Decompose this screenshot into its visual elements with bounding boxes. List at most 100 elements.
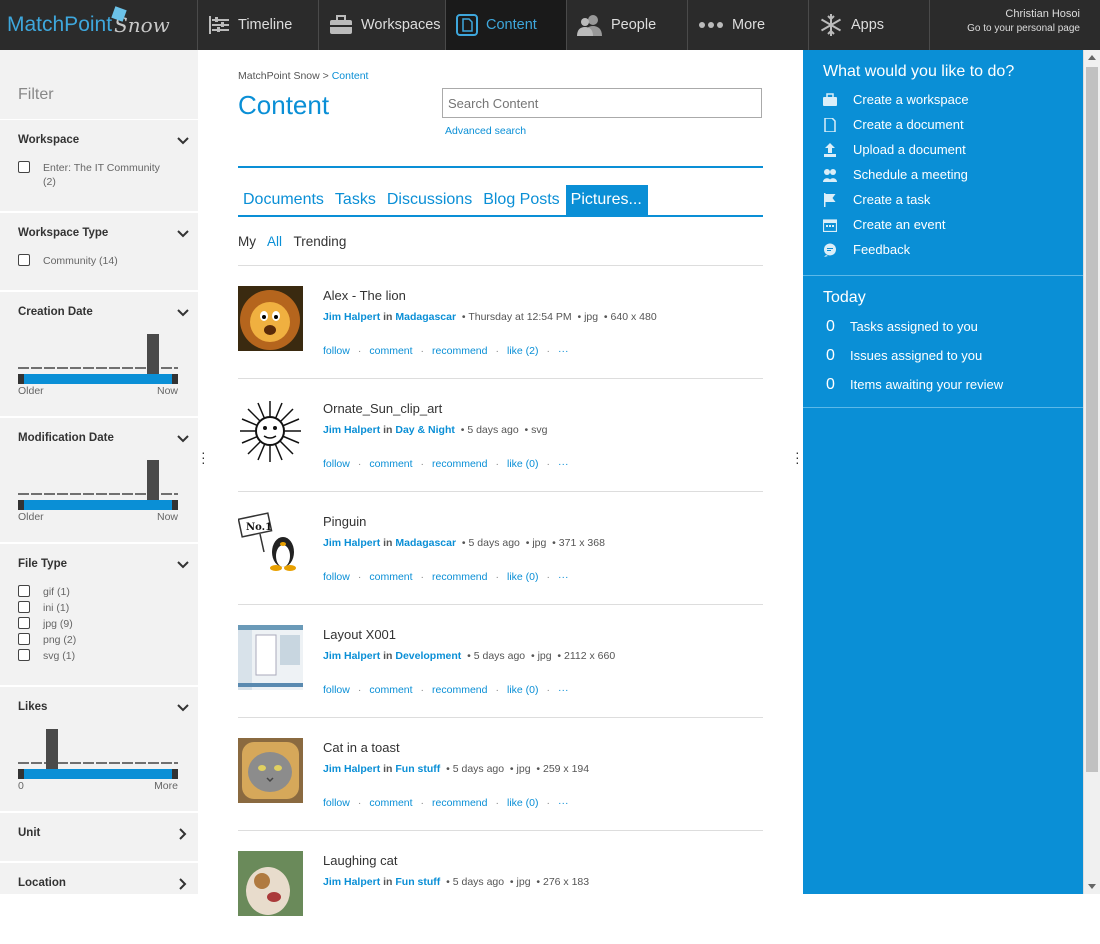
tab-pictures[interactable]: Pictures... bbox=[565, 185, 648, 215]
item-title[interactable]: Ornate_Sun_clip_art bbox=[323, 401, 442, 416]
checkbox[interactable] bbox=[18, 161, 30, 173]
scope-trending[interactable]: Trending bbox=[294, 234, 347, 249]
penguin-thumbnail[interactable]: No.1 bbox=[238, 512, 303, 577]
chevron-right-icon[interactable] bbox=[176, 877, 190, 891]
item-workspace[interactable]: Fun stuff bbox=[395, 876, 440, 888]
filter-heading[interactable]: Likes bbox=[18, 701, 190, 723]
comment-link[interactable]: comment bbox=[369, 345, 412, 357]
item-workspace[interactable]: Fun stuff bbox=[395, 763, 440, 775]
tab-tasks[interactable]: Tasks bbox=[330, 185, 382, 215]
more-actions-link[interactable]: ··· bbox=[558, 684, 569, 696]
comment-link[interactable]: comment bbox=[369, 458, 412, 470]
filter-heading[interactable]: Location bbox=[18, 877, 190, 894]
item-author[interactable]: Jim Halpert bbox=[323, 424, 380, 436]
filter-location[interactable]: Location bbox=[0, 863, 198, 894]
today-issues-row[interactable]: 0 Issues assigned to you bbox=[803, 341, 1083, 370]
feedback-action[interactable]: Feedback bbox=[803, 237, 1083, 262]
scope-my[interactable]: My bbox=[238, 234, 256, 249]
checkbox-option-jpg[interactable]: jpg (9) bbox=[18, 617, 190, 631]
search-input[interactable] bbox=[442, 88, 762, 118]
follow-link[interactable]: follow bbox=[323, 345, 350, 357]
breadcrumb-current[interactable]: Content bbox=[332, 70, 369, 82]
item-author[interactable]: Jim Halpert bbox=[323, 876, 380, 888]
app-logo[interactable]: MatchPoint Snow bbox=[0, 0, 198, 50]
checkbox[interactable] bbox=[18, 633, 30, 645]
comment-link[interactable]: comment bbox=[369, 571, 412, 583]
scroll-down-arrow-icon[interactable] bbox=[1088, 884, 1096, 889]
item-title[interactable]: Laughing cat bbox=[323, 853, 397, 868]
today-review-row[interactable]: 0 Items awaiting your review bbox=[803, 370, 1083, 399]
item-author[interactable]: Jim Halpert bbox=[323, 763, 380, 775]
checkbox-option-png[interactable]: png (2) bbox=[18, 633, 190, 647]
checkbox-option-ini[interactable]: ini (1) bbox=[18, 601, 190, 615]
filter-unit[interactable]: Unit bbox=[0, 813, 198, 863]
more-actions-link[interactable]: ··· bbox=[558, 571, 569, 583]
item-title[interactable]: Pinguin bbox=[323, 514, 366, 529]
more-actions-link[interactable]: ··· bbox=[558, 458, 569, 470]
create-task-action[interactable]: Create a task bbox=[803, 187, 1083, 212]
likes-range-slider[interactable] bbox=[18, 769, 178, 779]
recommend-link[interactable]: recommend bbox=[432, 797, 487, 809]
like-link[interactable]: like (0) bbox=[507, 458, 539, 470]
tab-discussions[interactable]: Discussions bbox=[382, 185, 478, 215]
like-link[interactable]: like (0) bbox=[507, 684, 539, 696]
chevron-down-icon[interactable] bbox=[176, 134, 190, 148]
checkbox-option-svg[interactable]: svg (1) bbox=[18, 649, 190, 663]
chevron-down-icon[interactable] bbox=[176, 558, 190, 572]
nav-workspaces[interactable]: Workspaces bbox=[319, 0, 446, 50]
checkbox-option[interactable]: Community (14) bbox=[18, 254, 190, 268]
create-document-action[interactable]: Create a document bbox=[803, 112, 1083, 137]
nav-people[interactable]: People bbox=[567, 0, 688, 50]
user-menu[interactable]: Christian Hosoi Go to your personal page bbox=[930, 0, 1100, 50]
follow-link[interactable]: follow bbox=[323, 458, 350, 470]
recommend-link[interactable]: recommend bbox=[432, 458, 487, 470]
filter-heading[interactable]: Workspace Type bbox=[18, 227, 190, 249]
layout-thumbnail[interactable] bbox=[238, 625, 303, 690]
nav-more[interactable]: More bbox=[688, 0, 809, 50]
like-link[interactable]: like (0) bbox=[507, 797, 539, 809]
chevron-down-icon[interactable] bbox=[176, 227, 190, 241]
nav-apps[interactable]: Apps bbox=[809, 0, 930, 50]
nav-content[interactable]: Content bbox=[446, 0, 567, 50]
checkbox[interactable] bbox=[18, 649, 30, 661]
follow-link[interactable]: follow bbox=[323, 571, 350, 583]
scrollbar-thumb[interactable] bbox=[1086, 67, 1098, 772]
comment-link[interactable]: comment bbox=[369, 684, 412, 696]
breadcrumb-root[interactable]: MatchPoint Snow bbox=[238, 70, 320, 82]
today-tasks-row[interactable]: 0 Tasks assigned to you bbox=[803, 312, 1083, 341]
date-range-slider[interactable] bbox=[18, 374, 178, 384]
recommend-link[interactable]: recommend bbox=[432, 345, 487, 357]
create-workspace-action[interactable]: Create a workspace bbox=[803, 87, 1083, 112]
sidebar-resize-handle[interactable]: · · · bbox=[201, 445, 206, 469]
laughing-cat-thumbnail[interactable] bbox=[238, 851, 303, 916]
create-event-action[interactable]: Create an event bbox=[803, 212, 1083, 237]
lion-thumbnail[interactable] bbox=[238, 286, 303, 351]
scope-all[interactable]: All bbox=[267, 234, 282, 249]
tab-documents[interactable]: Documents bbox=[238, 185, 330, 215]
checkbox[interactable] bbox=[18, 617, 30, 629]
checkbox[interactable] bbox=[18, 254, 30, 266]
item-author[interactable]: Jim Halpert bbox=[323, 311, 380, 323]
item-title[interactable]: Layout X001 bbox=[323, 627, 396, 642]
checkbox-option-gif[interactable]: gif (1) bbox=[18, 585, 190, 599]
comment-link[interactable]: comment bbox=[369, 797, 412, 809]
checkbox[interactable] bbox=[18, 601, 30, 613]
chevron-down-icon[interactable] bbox=[176, 306, 190, 320]
upload-document-action[interactable]: Upload a document bbox=[803, 137, 1083, 162]
panel-resize-handle[interactable]: · · · bbox=[795, 445, 800, 469]
item-author[interactable]: Jim Halpert bbox=[323, 537, 380, 549]
checkbox[interactable] bbox=[18, 585, 30, 597]
more-actions-link[interactable]: ··· bbox=[558, 797, 569, 809]
item-title[interactable]: Cat in a toast bbox=[323, 740, 400, 755]
more-actions-link[interactable]: ··· bbox=[558, 345, 569, 357]
checkbox-option[interactable]: Enter: The IT Community (2) bbox=[18, 161, 190, 189]
like-link[interactable]: like (2) bbox=[507, 345, 539, 357]
scroll-up-arrow-icon[interactable] bbox=[1088, 55, 1096, 60]
like-link[interactable]: like (0) bbox=[507, 571, 539, 583]
advanced-search-link[interactable]: Advanced search bbox=[445, 125, 526, 137]
cat-toast-thumbnail[interactable] bbox=[238, 738, 303, 803]
item-workspace[interactable]: Madagascar bbox=[395, 537, 456, 549]
item-workspace[interactable]: Madagascar bbox=[395, 311, 456, 323]
filter-heading[interactable]: Creation Date bbox=[18, 306, 190, 328]
date-range-slider[interactable] bbox=[18, 500, 178, 510]
